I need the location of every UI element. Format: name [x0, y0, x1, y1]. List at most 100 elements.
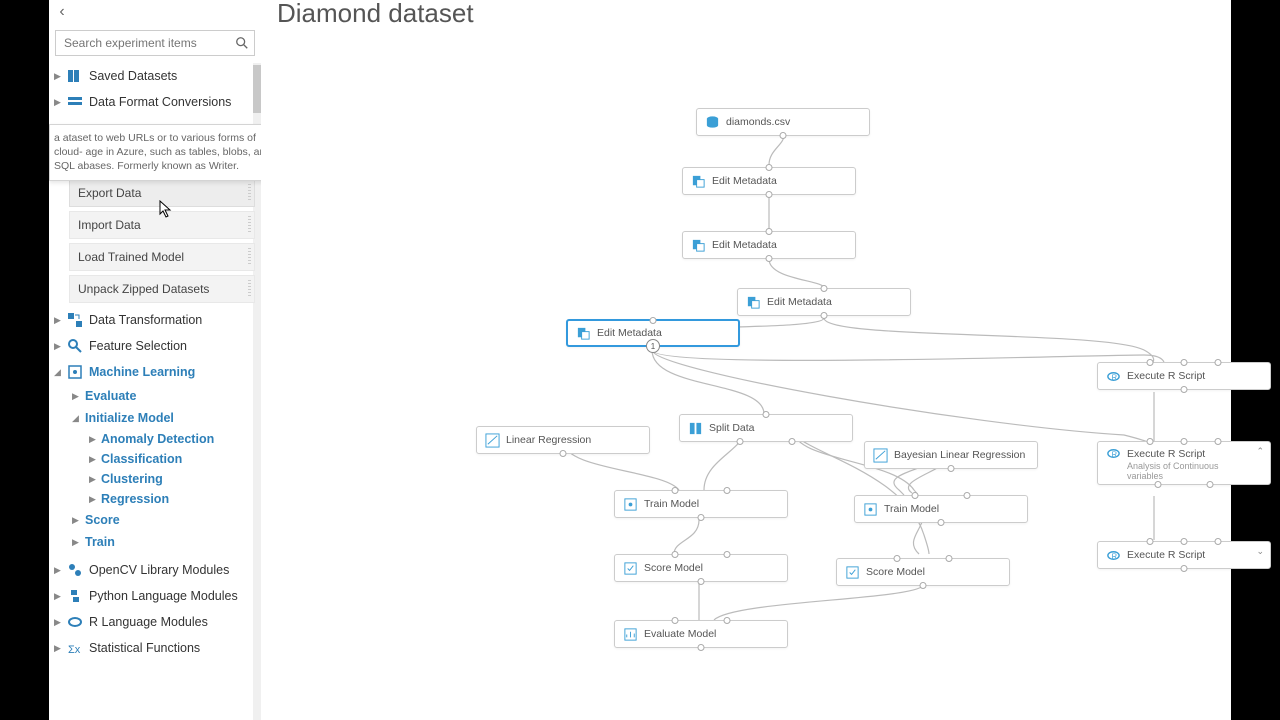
port-out[interactable]: [938, 519, 945, 526]
node-evaluate-model[interactable]: Evaluate Model: [614, 620, 788, 648]
regression-icon: [873, 448, 888, 463]
expand-icon[interactable]: ⌄: [1256, 546, 1264, 557]
cat-data-format[interactable]: ▶ Data Format Conversions: [49, 89, 261, 115]
port-out[interactable]: [698, 578, 705, 585]
cat-label: Python Language Modules: [89, 589, 238, 603]
subcat-score[interactable]: ▶Score: [49, 509, 261, 531]
port-out[interactable]: [948, 465, 955, 472]
chevron-right-icon: ▶: [89, 474, 96, 485]
subsub-classification[interactable]: ▶Classification: [49, 449, 261, 469]
cat-opencv[interactable]: ▶ OpenCV Library Modules: [49, 557, 261, 583]
node-label: diamonds.csv: [726, 116, 790, 128]
port-in-3[interactable]: [1215, 538, 1222, 545]
node-train-model-2[interactable]: Train Model: [854, 495, 1028, 523]
port-out-2[interactable]: [1206, 481, 1213, 488]
subsub-label: Clustering: [101, 472, 163, 486]
port-in-3[interactable]: [1215, 438, 1222, 445]
port-out[interactable]: [766, 191, 773, 198]
port-out[interactable]: [766, 255, 773, 262]
node-bayesian-lr[interactable]: Bayesian Linear Regression: [864, 441, 1038, 469]
port-in[interactable]: [766, 228, 773, 235]
experiment-canvas[interactable]: diamonds.csv Edit Metadata Edit Metadata…: [264, 30, 1231, 720]
r-script-icon: R: [1106, 369, 1121, 384]
chevron-right-icon: ▶: [72, 515, 79, 526]
cat-feature-sel[interactable]: ▶ Feature Selection: [49, 333, 261, 359]
node-split-data[interactable]: Split Data: [679, 414, 853, 442]
back-button[interactable]: ‹: [52, 2, 72, 22]
node-edit-metadata-4[interactable]: Edit Metadata 1: [566, 319, 740, 347]
port-out[interactable]: [698, 514, 705, 521]
search-input[interactable]: [56, 32, 230, 54]
port-in-1[interactable]: [672, 551, 679, 558]
collapse-icon[interactable]: ⌃: [1256, 446, 1264, 457]
subcat-evaluate[interactable]: ▶Evaluate: [49, 385, 261, 407]
port-in[interactable]: [766, 164, 773, 171]
port-out[interactable]: [698, 644, 705, 651]
port-in-2[interactable]: [723, 617, 730, 624]
port-in-2[interactable]: [1181, 359, 1188, 366]
port-out-2[interactable]: [788, 438, 795, 445]
node-execute-r-2[interactable]: R Execute R Script Analysis of Continuou…: [1097, 441, 1271, 485]
cat-saved-datasets[interactable]: ▶ Saved Datasets: [49, 63, 261, 89]
port-in-1[interactable]: [1146, 359, 1153, 366]
port-in-1[interactable]: [672, 487, 679, 494]
node-dataset[interactable]: diamonds.csv: [696, 108, 870, 136]
subsub-label: Regression: [101, 492, 169, 506]
node-edit-metadata-1[interactable]: Edit Metadata: [682, 167, 856, 195]
node-score-model-2[interactable]: Score Model: [836, 558, 1010, 586]
port-out[interactable]: [1181, 565, 1188, 572]
node-train-model-1[interactable]: Train Model: [614, 490, 788, 518]
subsub-clustering[interactable]: ▶ Clustering: [49, 469, 261, 489]
port-in-2[interactable]: [1181, 538, 1188, 545]
port-out-badge[interactable]: 1: [646, 339, 660, 353]
node-label: Train Model: [884, 503, 939, 515]
port-in-2[interactable]: [1181, 438, 1188, 445]
port-out[interactable]: [560, 450, 567, 457]
node-execute-r-3[interactable]: R Execute R Script ⌄: [1097, 541, 1271, 569]
module-load-trained[interactable]: Load Trained Model: [69, 243, 255, 271]
node-linear-regression[interactable]: Linear Regression: [476, 426, 650, 454]
port-in-1[interactable]: [894, 555, 901, 562]
port-in[interactable]: [650, 317, 657, 324]
port-in[interactable]: [821, 285, 828, 292]
subsub-regression[interactable]: ▶Regression: [49, 489, 261, 509]
module-export-data[interactable]: Export Data: [69, 179, 255, 207]
cat-machine-learning[interactable]: ◢ Machine Learning: [49, 359, 261, 385]
port-in-2[interactable]: [723, 551, 730, 558]
port-in-2[interactable]: [723, 487, 730, 494]
port-out[interactable]: [1181, 386, 1188, 393]
cat-statistical[interactable]: ▶ Σx Statistical Functions: [49, 635, 261, 661]
node-label: Evaluate Model: [644, 628, 716, 640]
search-icon[interactable]: [230, 31, 254, 55]
node-label: Score Model: [644, 562, 703, 574]
page-title: Diamond dataset: [277, 0, 474, 29]
port-in-3[interactable]: [1215, 359, 1222, 366]
port-out-1[interactable]: [1155, 481, 1162, 488]
subsub-anomaly[interactable]: ▶Anomaly Detection: [49, 429, 261, 449]
node-label: Execute R Script: [1127, 370, 1205, 382]
node-edit-metadata-3[interactable]: Edit Metadata: [737, 288, 911, 316]
cat-python[interactable]: ▶ Python Language Modules: [49, 583, 261, 609]
node-execute-r-1[interactable]: R Execute R Script: [1097, 362, 1271, 390]
port-in-1[interactable]: [1146, 538, 1153, 545]
port-in-1[interactable]: [1146, 438, 1153, 445]
stats-icon: Σx: [67, 640, 83, 656]
r-script-icon: R: [1106, 548, 1121, 563]
port-out[interactable]: [920, 582, 927, 589]
module-unpack-zipped[interactable]: Unpack Zipped Datasets: [69, 275, 255, 303]
port-out[interactable]: [780, 132, 787, 139]
subcat-train[interactable]: ▶Train: [49, 531, 261, 553]
cat-data-transform[interactable]: ▶ Data Transformation: [49, 307, 261, 333]
cat-r-lang[interactable]: ▶ R Language Modules: [49, 609, 261, 635]
port-in-2[interactable]: [963, 492, 970, 499]
node-score-model-1[interactable]: Score Model: [614, 554, 788, 582]
subcat-initialize-model[interactable]: ◢Initialize Model: [49, 407, 261, 429]
module-import-data[interactable]: Import Data: [69, 211, 255, 239]
port-in-1[interactable]: [672, 617, 679, 624]
port-out-1[interactable]: [737, 438, 744, 445]
port-in-2[interactable]: [945, 555, 952, 562]
port-in-1[interactable]: [912, 492, 919, 499]
port-out[interactable]: [821, 312, 828, 319]
port-in[interactable]: [763, 411, 770, 418]
node-edit-metadata-2[interactable]: Edit Metadata: [682, 231, 856, 259]
